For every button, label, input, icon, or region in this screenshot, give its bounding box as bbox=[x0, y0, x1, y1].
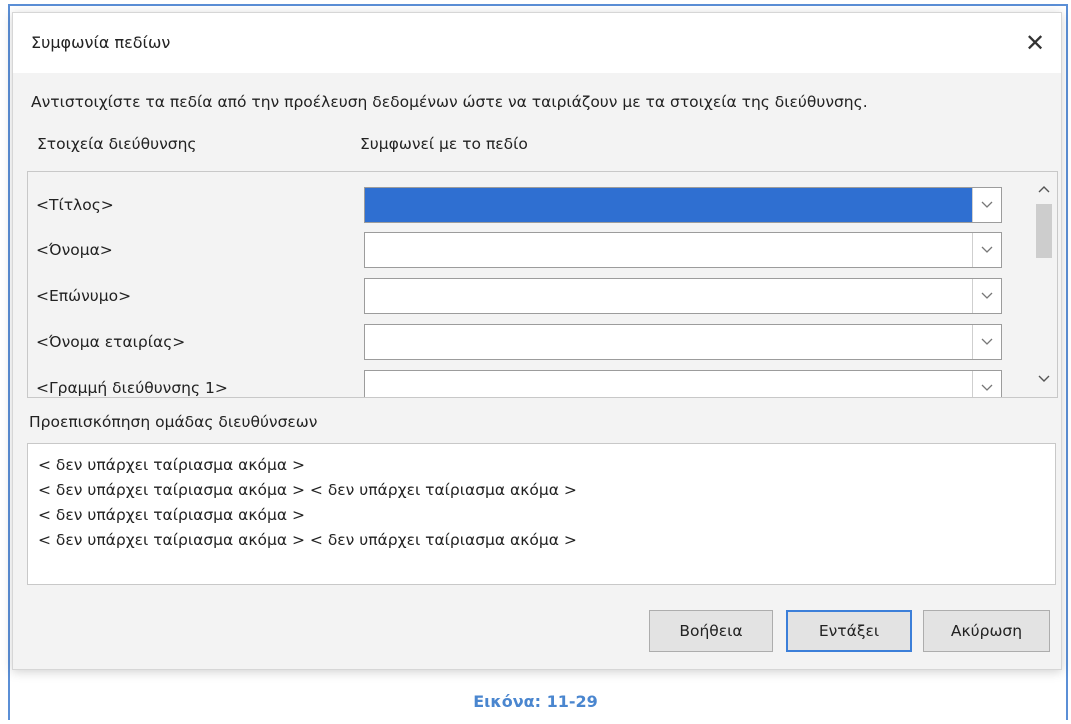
help-button[interactable]: Βοήθεια bbox=[649, 610, 773, 652]
dialog-title: Συμφωνία πεδίων bbox=[31, 33, 171, 52]
chevron-down-icon[interactable] bbox=[972, 325, 1001, 359]
field-combo-last-name[interactable] bbox=[364, 278, 1002, 314]
chevron-down-icon[interactable] bbox=[1033, 368, 1055, 390]
ok-button[interactable]: Εντάξει bbox=[786, 610, 912, 652]
preview-line: < δεν υπάρχει ταίριασμα ακόμα > < δεν υπ… bbox=[38, 531, 577, 549]
combo-value bbox=[365, 325, 973, 359]
field-row: <Γραμμή διεύθυνσης 1> bbox=[28, 367, 1028, 397]
preview-line: < δεν υπάρχει ταίριασμα ακόμα > bbox=[38, 506, 305, 524]
column-header-address-elements: Στοιχεία διεύθυνσης bbox=[37, 135, 197, 153]
field-row: <Όνομα> bbox=[28, 229, 1028, 269]
preview-label: Προεπισκόπηση ομάδας διευθύνσεων bbox=[29, 413, 318, 431]
match-fields-dialog: Συμφωνία πεδίων ✕ Αντιστοιχίστε τα πεδία… bbox=[12, 12, 1062, 670]
chevron-down-icon[interactable] bbox=[972, 371, 1001, 397]
chevron-down-icon[interactable] bbox=[972, 188, 1001, 222]
field-row: <Τίτλος> bbox=[28, 184, 1028, 224]
field-row: <Όνομα εταιρίας> bbox=[28, 321, 1028, 361]
address-preview-box: < δεν υπάρχει ταίριασμα ακόμα > < δεν υπ… bbox=[27, 443, 1056, 585]
field-label-title: <Τίτλος> bbox=[36, 196, 114, 214]
field-combo-first-name[interactable] bbox=[364, 232, 1002, 268]
field-label-address-line-1: <Γραμμή διεύθυνσης 1> bbox=[36, 379, 228, 397]
field-combo-title[interactable] bbox=[364, 187, 1002, 223]
dialog-titlebar: Συμφωνία πεδίων ✕ bbox=[13, 13, 1061, 73]
column-header-matches-field: Συμφωνεί με το πεδίο bbox=[360, 135, 528, 153]
field-combo-company-name[interactable] bbox=[364, 324, 1002, 360]
field-label-first-name: <Όνομα> bbox=[36, 241, 113, 259]
scrollbar-thumb[interactable] bbox=[1036, 204, 1052, 258]
cancel-button[interactable]: Ακύρωση bbox=[923, 610, 1050, 652]
chevron-down-icon[interactable] bbox=[972, 279, 1001, 313]
figure-caption: Εικόνα: 11-29 bbox=[473, 692, 598, 711]
preview-line: < δεν υπάρχει ταίριασμα ακόμα > < δεν υπ… bbox=[38, 481, 577, 499]
close-button[interactable]: ✕ bbox=[1019, 27, 1051, 59]
combo-value bbox=[365, 279, 973, 313]
field-label-company-name: <Όνομα εταιρίας> bbox=[36, 333, 186, 351]
field-mapping-list: <Τίτλος> <Όνομα> <Επώνυμο> <Όνομα εταιρί… bbox=[27, 171, 1058, 398]
field-combo-address-line-1[interactable] bbox=[364, 370, 1002, 397]
chevron-up-icon[interactable] bbox=[1033, 178, 1055, 200]
field-row: <Επώνυμο> bbox=[28, 275, 1028, 315]
preview-line: < δεν υπάρχει ταίριασμα ακόμα > bbox=[38, 456, 305, 474]
vertical-scrollbar[interactable] bbox=[1033, 174, 1055, 394]
chevron-down-icon[interactable] bbox=[972, 233, 1001, 267]
close-icon: ✕ bbox=[1024, 29, 1046, 57]
combo-value bbox=[365, 233, 973, 267]
instruction-text: Αντιστοιχίστε τα πεδία από την προέλευση… bbox=[31, 93, 868, 111]
field-label-last-name: <Επώνυμο> bbox=[36, 287, 132, 305]
combo-value bbox=[365, 188, 973, 222]
combo-value bbox=[365, 371, 973, 397]
